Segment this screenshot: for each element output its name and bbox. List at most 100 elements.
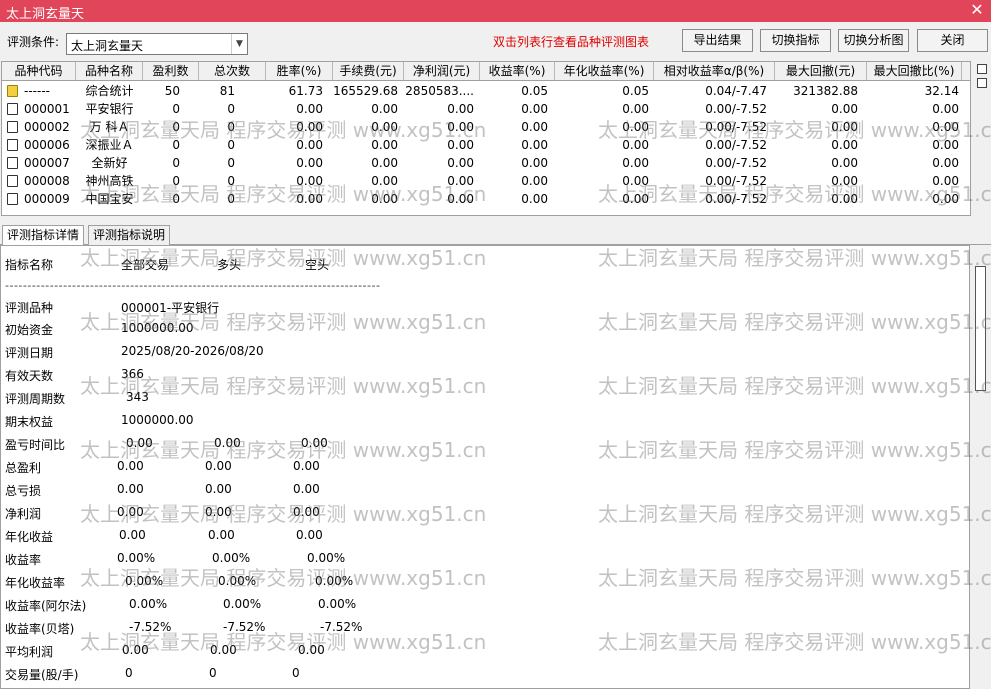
- table-cell: 0: [227, 156, 235, 170]
- table-row[interactable]: ------ 综合统计 50 81 61.73 165529.68 2850583.... 0…: [2, 82, 970, 100]
- column-header[interactable]: 最大回撤(元): [775, 62, 867, 80]
- column-header[interactable]: 年化收益率(%): [555, 62, 654, 80]
- detail-value: 000001-平安银行: [121, 301, 220, 315]
- table-row[interactable]: 000007 全新好 0 0 0.00 0.00 0.00 0.00 0.00 0.00/-7.5…: [2, 154, 970, 172]
- close-button[interactable]: 关闭: [917, 29, 988, 52]
- detail-value: 1000000.00: [121, 321, 194, 335]
- condition-select-value: 太上洞玄量天: [71, 39, 144, 53]
- stock-code-cell: 000002: [24, 120, 70, 134]
- table-cell: 81: [219, 84, 235, 98]
- switch-indicator-button[interactable]: 切换指标: [760, 29, 831, 52]
- detail-label: 年化收益: [5, 530, 54, 544]
- tab-indicator-description[interactable]: 评测指标说明: [88, 225, 171, 245]
- table-row[interactable]: 000009 中国宝安 0 0 0.00 0.00 0.00 0.00 0.00 0.00/-7.…: [2, 190, 970, 208]
- detail-value: 0.00: [117, 459, 144, 473]
- column-header[interactable]: 手续费(元): [333, 62, 404, 80]
- col-header-short: 空头: [305, 258, 330, 272]
- table-row[interactable]: 000008 神州高铁 0 0 0.00 0.00 0.00 0.00 0.00 0.00/-7.…: [2, 172, 970, 190]
- detail-label: 初始资金: [5, 323, 54, 337]
- detail-label: 有效天数: [5, 369, 54, 383]
- detail-label: 平均利润: [5, 645, 54, 659]
- column-header[interactable]: 总次数: [199, 62, 266, 80]
- table-cell: 0.00/-7.52: [705, 138, 767, 152]
- detail-value: 0.00%: [307, 551, 346, 565]
- table-cell: 0.00: [932, 156, 959, 170]
- double-click-hint: 双击列表行查看品种评测图表: [493, 35, 650, 49]
- detail-label: 收益率: [5, 553, 42, 567]
- detail-value: 0.00: [122, 643, 149, 657]
- detail-label: 评测日期: [5, 346, 54, 360]
- detail-value: 0.00%: [315, 574, 354, 588]
- detail-value: 0.00%: [212, 551, 251, 565]
- detail-row: 期末权益 1000000.00: [1, 413, 961, 433]
- detail-value: 0.00: [293, 505, 320, 519]
- table-cell: 0.00: [831, 120, 858, 134]
- detail-row: 净利润 0.00 0.00 0.00: [1, 505, 961, 525]
- stock-code-cell: 000009: [24, 192, 70, 206]
- stock-code-cell: 000006: [24, 138, 70, 152]
- chevron-down-icon[interactable]: ▼: [231, 34, 247, 54]
- details-scrollbar-thumb[interactable]: [975, 266, 986, 391]
- close-icon[interactable]: ✕: [967, 0, 987, 20]
- table-cell: 0.00: [622, 120, 649, 134]
- detail-row: 年化收益 0.00 0.00 0.00: [1, 528, 961, 548]
- table-cell: 0.00: [521, 138, 548, 152]
- table-row[interactable]: 000001 平安银行 0 0 0.00 0.00 0.00 0.00 0.00 0.00/-7.…: [2, 100, 970, 118]
- table-cell: 0.00: [932, 192, 959, 206]
- details-scrollbar[interactable]: [971, 262, 991, 689]
- detail-label: 收益率(贝塔): [5, 622, 75, 636]
- detail-row: 有效天数 366: [1, 367, 961, 387]
- condition-select[interactable]: 太上洞玄量天 ▼: [66, 33, 248, 55]
- detail-value: 0.00: [214, 436, 241, 450]
- stock-code-cell: 000008: [24, 174, 70, 188]
- table-cell: 0.04/-7.47: [705, 84, 767, 98]
- column-header[interactable]: 最大回撤比(%): [867, 62, 962, 80]
- column-header[interactable]: 相对收益率α/β(%): [654, 62, 775, 80]
- detail-label: 交易量(股/手): [5, 668, 79, 682]
- column-header[interactable]: 品种名称: [76, 62, 143, 80]
- table-cell: 0: [227, 102, 235, 116]
- detail-value: 0.00: [205, 482, 232, 496]
- table-cell: 0.00: [831, 102, 858, 116]
- column-header[interactable]: 收益率(%): [480, 62, 555, 80]
- detail-row: 评测日期 2025/08/20-2026/08/20: [1, 344, 961, 364]
- detail-value: 0.00%: [318, 597, 357, 611]
- tab-indicator-details[interactable]: 评测指标详情: [2, 225, 85, 246]
- table-cell: 0.00: [831, 156, 858, 170]
- detail-value: 0.00%: [125, 574, 164, 588]
- column-header[interactable]: 盈利数: [143, 62, 199, 80]
- table-cell: 0: [227, 192, 235, 206]
- table-cell: 0.00: [521, 102, 548, 116]
- table-cell: 0.00/-7.52: [705, 156, 767, 170]
- switch-analysis-chart-button[interactable]: 切换分析图: [838, 29, 909, 52]
- table-cell: 0.00: [831, 174, 858, 188]
- table-cell: 0.00: [932, 138, 959, 152]
- detail-row: 评测品种 000001-平安银行: [1, 299, 961, 319]
- export-results-button[interactable]: 导出结果: [682, 29, 753, 52]
- table-cell: 0: [227, 174, 235, 188]
- detail-value: 0.00: [296, 528, 323, 542]
- scroll-box[interactable]: [977, 78, 987, 88]
- table-cell: 0.00: [831, 192, 858, 206]
- detail-label: 评测品种: [5, 301, 54, 315]
- detail-value: 0.00: [117, 482, 144, 496]
- table-row[interactable]: 000006 深振业Ａ 0 0 0.00 0.00 0.00 0.00 0.00 0.00/-7.…: [2, 136, 970, 154]
- detail-row: 初始资金 1000000.00: [1, 321, 961, 341]
- table-row[interactable]: 000002 万 科Ａ 0 0 0.00 0.00 0.00 0.00 0.00 0.00/-7.…: [2, 118, 970, 136]
- table-scrollbar[interactable]: [975, 61, 991, 216]
- column-header[interactable]: 品种代码: [2, 62, 76, 80]
- detail-value: 1000000.00: [121, 413, 194, 427]
- scroll-up-box[interactable]: [977, 64, 987, 74]
- table-cell: 0.00/-7.52: [705, 192, 767, 206]
- toolbar: 评测条件: 太上洞玄量天 ▼ 双击列表行查看品种评测图表 导出结果 切换指标 切…: [0, 22, 991, 58]
- detail-value: 343: [126, 390, 149, 404]
- table-cell: 0.00: [932, 120, 959, 134]
- column-header[interactable]: 净利润(元): [404, 62, 480, 80]
- window-title: 太上洞玄量天: [6, 7, 85, 22]
- table-cell: 0.00: [521, 174, 548, 188]
- detail-row: 总盈利 0.00 0.00 0.00: [1, 459, 961, 479]
- column-header[interactable]: 胜率(%): [266, 62, 333, 80]
- table-cell: 32.14: [924, 84, 959, 98]
- detail-value: 0.00%: [223, 597, 262, 611]
- table-cell: 0.00: [622, 138, 649, 152]
